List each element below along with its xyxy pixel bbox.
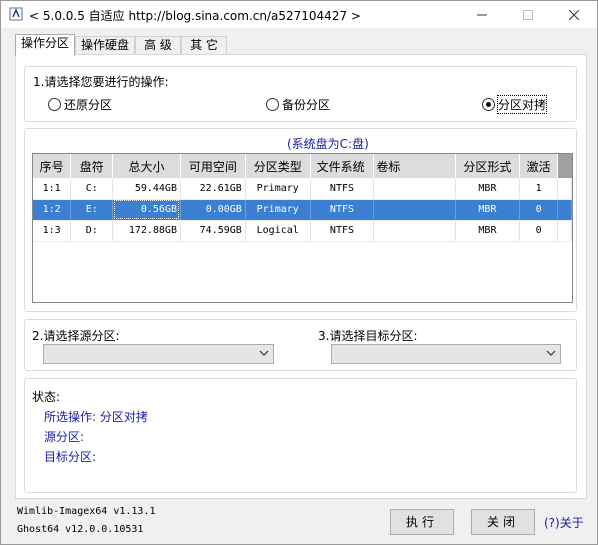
col-drive[interactable]: 盘符 [70, 154, 114, 178]
minimize-button[interactable] [459, 1, 505, 28]
radio-restore[interactable]: 还原分区 [48, 96, 112, 113]
cell-type: Primary [245, 178, 311, 200]
col-fs[interactable]: 文件系统 [310, 154, 375, 178]
partition-table: 序号 盘符 总大小 可用空间 分区类型 文件系统 卷标 分区形式 激活 1:1 … [33, 154, 572, 242]
cell-total: 172.88GB [112, 220, 181, 242]
execute-button[interactable]: 执行 [390, 509, 454, 535]
col-total[interactable]: 总大小 [112, 154, 181, 178]
source-partition-select[interactable] [43, 344, 274, 364]
status-operation: 所选操作: 分区对拷 [44, 410, 148, 424]
minimize-icon [477, 14, 487, 15]
table-row[interactable]: 1:3 D: 172.88GB 74.59GB Logical NTFS MBR… [33, 220, 572, 242]
cell-active: 0 [519, 199, 558, 221]
cell-drive: C: [70, 178, 114, 200]
cell-index: 1:2 [33, 199, 72, 221]
maximize-icon [523, 9, 533, 20]
cell-form: MBR [455, 220, 521, 242]
radio-copy-indicator [482, 98, 495, 111]
cell-active: 1 [519, 178, 558, 200]
cell-filler [557, 178, 572, 200]
cell-drive: E: [70, 199, 114, 221]
cell-total: 0.56GB [112, 199, 181, 221]
radio-backup-indicator [266, 98, 279, 111]
cell-filler [557, 220, 572, 242]
col-type[interactable]: 分区类型 [245, 154, 311, 178]
cell-type: Logical [245, 220, 311, 242]
cell-free: 0.00GB [180, 199, 246, 221]
window-title: < 5.0.0.5 自适应 http://blog.sina.com.cn/a5… [29, 9, 361, 23]
tab-disk[interactable]: 操作硬盘 [75, 36, 135, 55]
title-bar: < 5.0.0.5 自适应 http://blog.sina.com.cn/a5… [1, 1, 597, 28]
cell-drive: D: [70, 220, 114, 242]
operation-group: 1.请选择您要进行的操作: 还原分区 备份分区 分区对拷 [24, 66, 577, 122]
status-source: 源分区: [44, 430, 85, 444]
operation-prompt: 1.请选择您要进行的操作: [33, 75, 169, 89]
help-icon: (?) [544, 516, 560, 530]
radio-copy-label: 分区对拷 [496, 95, 548, 114]
status-group: 状态: 所选操作: 分区对拷 源分区: 目标分区: [24, 378, 577, 493]
tab-advanced[interactable]: 高 级 [135, 36, 181, 55]
app-icon [9, 7, 23, 21]
cell-index: 1:3 [33, 220, 72, 242]
col-filler [557, 154, 572, 178]
status-heading: 状态: [32, 390, 61, 404]
status-target: 目标分区: [44, 450, 97, 464]
cell-index: 1:1 [33, 178, 72, 200]
target-partition-select[interactable] [331, 344, 561, 364]
cell-form: MBR [455, 199, 521, 221]
system-disk-note: (系统盘为C:盘) [287, 137, 369, 151]
radio-restore-label: 还原分区 [64, 98, 113, 112]
table-row-selected[interactable]: 1:2 E: 0.56GB 0.00GB Primary NTFS MBR 0 [33, 199, 572, 221]
about-link[interactable]: (?)关于 [544, 514, 584, 531]
cell-active: 0 [519, 220, 558, 242]
partition-list[interactable]: 序号 盘符 总大小 可用空间 分区类型 文件系统 卷标 分区形式 激活 1:1 … [32, 153, 573, 303]
table-row[interactable]: 1:1 C: 59.44GB 22.61GB Primary NTFS MBR … [33, 178, 572, 200]
chevron-down-icon [546, 350, 556, 356]
col-index[interactable]: 序号 [33, 154, 72, 178]
col-active[interactable]: 激活 [519, 154, 558, 178]
tab-other[interactable]: 其 它 [181, 36, 227, 55]
radio-backup[interactable]: 备份分区 [266, 96, 330, 113]
cell-fs: NTFS [310, 178, 375, 200]
table-header: 序号 盘符 总大小 可用空间 分区类型 文件系统 卷标 分区形式 激活 [33, 154, 572, 178]
col-label[interactable]: 卷标 [373, 154, 456, 178]
radio-backup-label: 备份分区 [282, 98, 331, 112]
col-form[interactable]: 分区形式 [455, 154, 521, 178]
main-window: < 5.0.0.5 自适应 http://blog.sina.com.cn/a5… [0, 0, 598, 545]
chevron-down-icon [259, 350, 269, 356]
radio-copy[interactable]: 分区对拷 [482, 95, 548, 114]
wimlib-version: Wimlib-Imagex64 v1.13.1 [17, 506, 156, 517]
cell-label [373, 220, 456, 242]
cell-label [373, 199, 456, 221]
cell-type: Primary [245, 199, 311, 221]
cell-form: MBR [455, 178, 521, 200]
ghost-version: Ghost64 v12.0.0.10531 [17, 524, 144, 535]
about-label: 关于 [559, 516, 584, 530]
maximize-button[interactable] [505, 1, 551, 28]
close-button[interactable]: 关闭 [471, 509, 535, 535]
source-prompt: 2.请选择源分区: [32, 329, 120, 343]
cell-free: 22.61GB [180, 178, 246, 200]
target-prompt: 3.请选择目标分区: [318, 329, 418, 343]
cell-fs: NTFS [310, 199, 375, 221]
cell-fs: NTFS [310, 220, 375, 242]
close-icon [569, 9, 579, 20]
close-window-button[interactable] [551, 1, 597, 28]
cell-label [373, 178, 456, 200]
tab-partition[interactable]: 操作分区 [15, 34, 75, 56]
col-free[interactable]: 可用空间 [180, 154, 246, 178]
cell-filler [557, 199, 572, 221]
cell-free: 74.59GB [180, 220, 246, 242]
radio-restore-indicator [48, 98, 61, 111]
cell-total: 59.44GB [112, 178, 181, 200]
